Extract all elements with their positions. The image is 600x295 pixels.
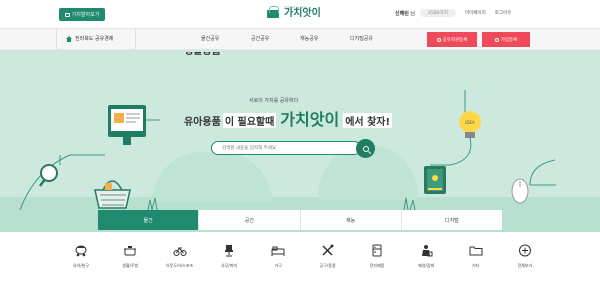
book-icon: [424, 166, 446, 194]
learn-value-button[interactable]: 가치알아보기: [59, 8, 105, 21]
search-button[interactable]: [356, 139, 375, 158]
category-living[interactable]: 생활/주방: [112, 244, 148, 284]
folder-icon: [469, 244, 483, 257]
user-name: 신해린: [395, 10, 409, 17]
category-label: 전자제품: [369, 263, 385, 268]
tab-goods[interactable]: 물건: [98, 210, 200, 230]
office-chair-icon: [222, 244, 236, 257]
register-resource-button[interactable]: 공유자원등록: [427, 32, 477, 47]
hero-brand: 가치앗이: [280, 110, 340, 129]
home-icon: [66, 35, 72, 42]
lightbulb-icon: IDEA: [430, 90, 481, 166]
join-button[interactable]: 가입등록: [482, 32, 530, 47]
nav-divider: [56, 29, 57, 49]
nav-divider: [135, 29, 136, 49]
book-icon: [64, 12, 70, 17]
user-greeting: 신해린 님: [395, 10, 415, 17]
tab-space[interactable]: 공간: [199, 210, 301, 230]
outdoor-bike-icon: [173, 244, 187, 257]
category-baby[interactable]: 유아/완구: [63, 244, 99, 284]
nav-item-goods[interactable]: 물건공유: [201, 35, 219, 42]
plus-circle-icon: [518, 244, 532, 257]
category-label: 아웃도어/스포츠: [166, 263, 194, 268]
sofa-bed-icon: [271, 244, 285, 257]
search-input[interactable]: [211, 141, 361, 155]
baby-stroller-icon: [74, 244, 88, 257]
logo-mark-icon: [266, 5, 280, 19]
plus-icon: [436, 37, 441, 42]
points-badge: 2580가치: [420, 9, 457, 17]
tools-icon: [321, 244, 335, 257]
category-furniture[interactable]: 가구: [260, 244, 296, 284]
plus-icon: [494, 37, 499, 42]
join-label: 가입등록: [500, 37, 518, 43]
mouse-icon: [511, 159, 556, 204]
shopping-basket-icon: [94, 180, 131, 209]
category-label: 유아/완구: [72, 263, 90, 268]
main-nav: 전라북도 공유경제 물건공유 공간공유 재능공유 디지털공유 공유자원등록 가입…: [0, 28, 600, 50]
category-all[interactable]: 전체보기: [507, 244, 543, 284]
user-suffix: 님: [410, 10, 416, 17]
nav-item-digital[interactable]: 디지털공유: [350, 35, 373, 42]
monitor-icon: [108, 105, 160, 145]
magnifier-icon: [38, 164, 58, 187]
tab-talent[interactable]: 재능: [300, 210, 402, 230]
site-logo[interactable]: SHARE GAChI 가치앗이: [266, 5, 321, 19]
hero-tagline: 서로의 가치를 공유하다: [249, 98, 299, 104]
learn-value-label: 가치알아보기: [71, 12, 100, 18]
hero-mid: 이 필요할때: [222, 113, 277, 128]
category-label: 전체보기: [517, 263, 533, 268]
hero-keyword: 유아용품: [184, 117, 221, 128]
user-area: 신해린 님 2580가치 마이페이지 로그아웃: [395, 9, 511, 17]
category-fashion[interactable]: 패션/잡화: [408, 244, 444, 284]
hero-headline: 유아용품 이 필요할때 가치앗이 에서 찾자!: [184, 106, 393, 130]
category-label: 기타: [471, 263, 480, 268]
kitchen-pot-icon: [123, 244, 137, 257]
mypage-link[interactable]: 마이페이지: [465, 10, 486, 16]
svg-text:IDEA: IDEA: [465, 120, 475, 125]
category-label: 가구: [274, 263, 282, 268]
category-label: 패션/잡화: [418, 263, 435, 268]
hero-suffix: 에서 찾자!: [343, 113, 393, 128]
category-list: 유아/완구 생활/주방 아웃도어/스포츠 사무/취미 가구 공구/용품 전자제품…: [63, 244, 543, 284]
register-resource-label: 공유자원등록: [442, 37, 468, 43]
fashion-bag-icon: [419, 244, 433, 257]
nav-item-talent[interactable]: 재능공유: [300, 35, 318, 42]
tab-digital[interactable]: 디지털: [401, 210, 502, 230]
region-home-link[interactable]: 전라북도 공유경제: [66, 35, 113, 42]
search-bar: [211, 139, 376, 158]
category-label: 생활/주방: [122, 263, 139, 268]
category-tools[interactable]: 공구/용품: [310, 244, 346, 284]
category-tabs: 물건 공간 재능 디지털: [98, 210, 502, 230]
logout-link[interactable]: 로그아웃: [495, 10, 512, 16]
top-bar: 가치알아보기 SHARE GAChI 가치앗이 신해린 님 2580가치 마이페…: [0, 0, 600, 28]
logo-text: 가치앗이: [284, 7, 321, 19]
category-electronics[interactable]: 전자제품: [359, 244, 395, 284]
electronics-fridge-icon: [370, 244, 384, 257]
category-office[interactable]: 사무/취미: [211, 244, 247, 284]
region-label: 전라북도 공유경제: [75, 36, 114, 42]
nav-item-space[interactable]: 공간공유: [251, 35, 269, 42]
hero-cut-text: 생활용품: [184, 52, 221, 58]
category-label: 사무/취미: [220, 263, 238, 268]
category-label: 공구/용품: [319, 263, 336, 268]
category-etc[interactable]: 기타: [458, 244, 494, 284]
category-outdoor[interactable]: 아웃도어/스포츠: [162, 244, 198, 284]
search-icon: [362, 145, 369, 152]
